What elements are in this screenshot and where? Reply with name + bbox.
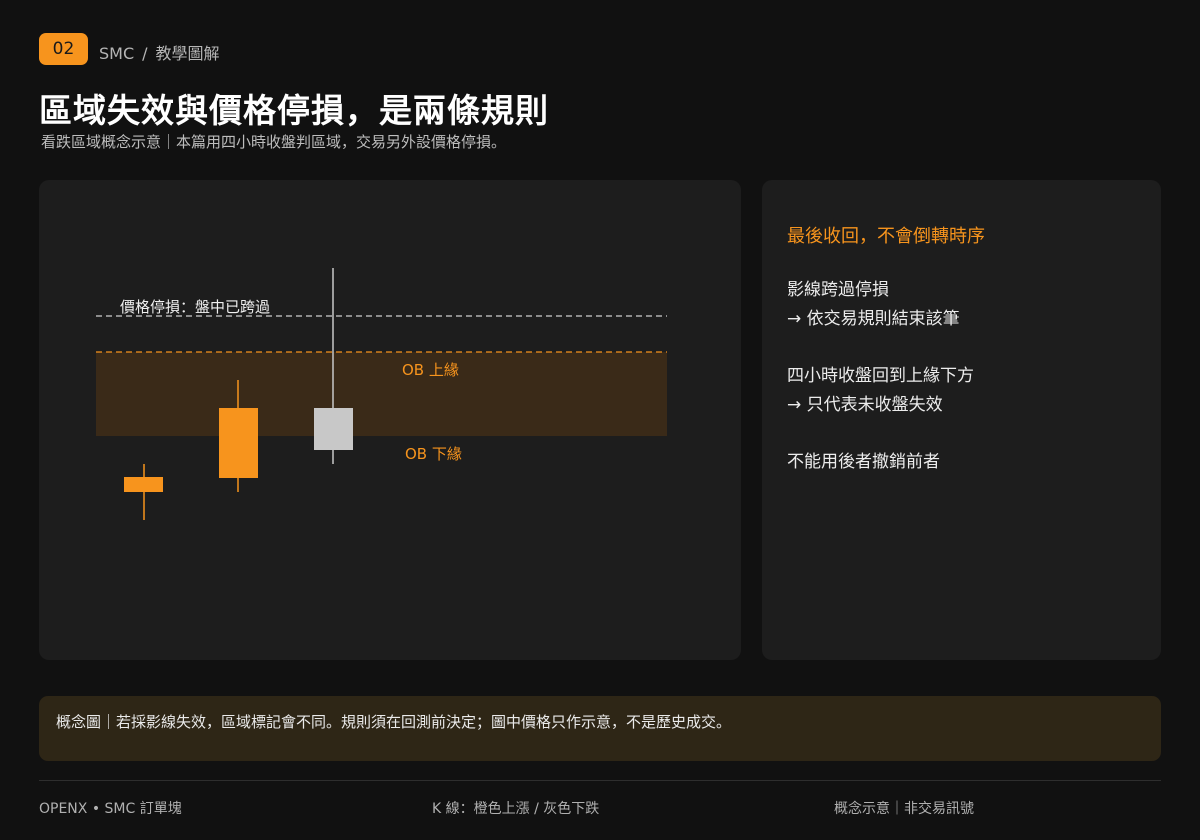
note-item-line: → 只代表未收盤失效 [787, 395, 943, 415]
ob-lower-label: OB 下緣 [405, 445, 462, 463]
footer-legend: K 線：橙色上漲 / 灰色下跌 [432, 801, 600, 817]
note-item: 影線跨過停損 → 依交易規則結束該筆 [787, 276, 960, 334]
ob-upper-label: OB 上緣 [402, 361, 459, 379]
footer-note: 概念示意｜非交易訊號 [834, 801, 974, 817]
diagram-panel: 價格停損：盤中已跨過 OB 上緣 OB 下緣 [39, 180, 741, 660]
section-number-badge: 02 [39, 33, 88, 65]
breadcrumb-page: 教學圖解 [155, 44, 220, 63]
candlestick-diagram: 價格停損：盤中已跨過 OB 上緣 OB 下緣 [96, 268, 667, 520]
note-item-line: → 依交易規則結束該筆 [787, 309, 960, 329]
breadcrumb-section: SMC [99, 44, 135, 63]
notes-heading: 最後收回，不會倒轉時序 [787, 226, 985, 247]
disclaimer-text: 概念圖｜若採影線失效，區域標記會不同。規則須在回測前決定；圖中價格只作示意，不是… [56, 713, 732, 731]
candle-2-body [219, 408, 258, 478]
page-title: 區域失效與價格停損，是兩條規則 [39, 91, 549, 130]
page-subtitle: 看跌區域概念示意｜本篇用四小時收盤判區域，交易另外設價格停損。 [41, 133, 507, 151]
note-item: 不能用後者撤銷前者 [787, 448, 940, 477]
breadcrumb-separator: / [142, 44, 148, 63]
notes-panel: 最後收回，不會倒轉時序 影線跨過停損 → 依交易規則結束該筆 四小時收盤回到上緣… [762, 180, 1161, 660]
note-item-line: 不能用後者撤銷前者 [787, 452, 940, 472]
price-stop-label: 價格停損：盤中已跨過 [120, 298, 270, 316]
candle-1 [124, 464, 163, 520]
footer-brand: OPENX • SMC 訂單塊 [39, 801, 182, 817]
order-block-zone [96, 352, 667, 436]
note-item: 四小時收盤回到上緣下方 → 只代表未收盤失效 [787, 362, 974, 420]
disclaimer-callout: 概念圖｜若採影線失效，區域標記會不同。規則須在回測前決定；圖中價格只作示意，不是… [39, 696, 1161, 761]
footer-divider [39, 780, 1161, 781]
note-item-line: 四小時收盤回到上緣下方 [787, 366, 974, 386]
candle-3-body [314, 408, 353, 450]
breadcrumb: SMC / 教學圖解 [99, 40, 220, 64]
note-item-line: 影線跨過停損 [787, 280, 889, 300]
candle-1-body [124, 477, 163, 492]
